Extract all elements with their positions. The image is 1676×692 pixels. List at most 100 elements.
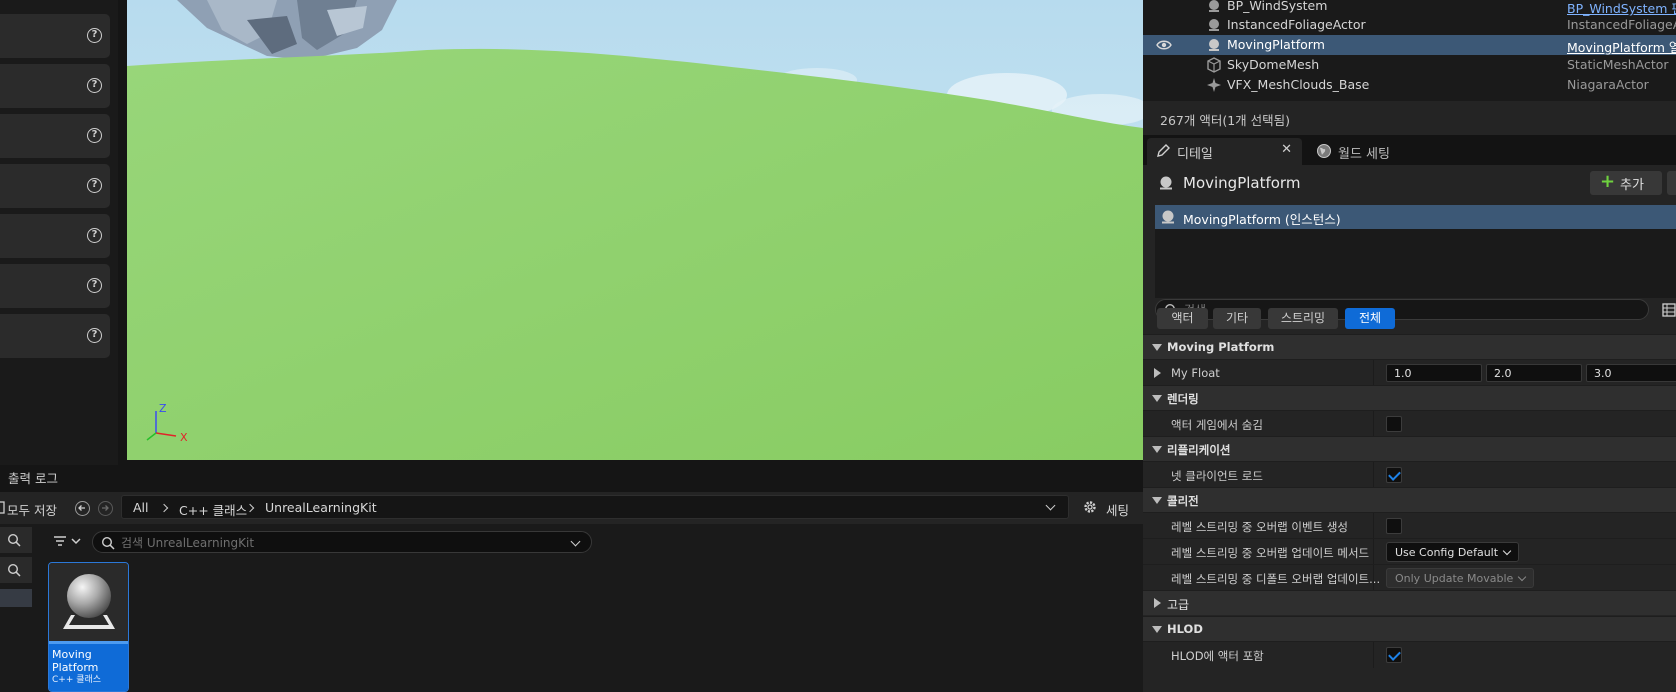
category-label: 콜리전 xyxy=(1167,494,1199,508)
output-log-tab[interactable]: 출력 로그 xyxy=(0,465,1143,487)
close-icon[interactable]: ✕ xyxy=(1281,142,1292,157)
place-actor-item[interactable]: ? xyxy=(0,114,110,158)
back-button[interactable] xyxy=(75,501,90,516)
asset-tile-moving-platform[interactable]: Moving Platform C++ 클래스 xyxy=(48,562,129,692)
chevron-down-icon[interactable] xyxy=(1045,500,1056,511)
category-rendering[interactable]: 렌더링 xyxy=(1143,385,1676,410)
outliner-row[interactable]: InstancedFoliageActor InstancedFoliageAc xyxy=(1143,15,1676,35)
content-browser-assets: Moving Platform C++ 클래스 xyxy=(40,524,1143,692)
outliner-row-name: VFX_MeshClouds_Base xyxy=(1227,77,1370,92)
place-actor-item[interactable]: ? xyxy=(0,264,110,308)
forward-button[interactable] xyxy=(98,501,113,516)
world-outliner: BP_WindSystem BP_WindSystem 편 InstancedF… xyxy=(1143,0,1676,101)
outliner-row[interactable]: BP_WindSystem BP_WindSystem 편 xyxy=(1143,0,1676,16)
more-options-button[interactable] xyxy=(1667,171,1676,195)
property-matrix-icon[interactable] xyxy=(1662,303,1676,317)
expand-arrow-icon xyxy=(1152,497,1162,504)
breadcrumb-item[interactable]: C++ 클래스 xyxy=(179,500,247,519)
net-load-on-client-checkbox[interactable] xyxy=(1386,467,1402,483)
category-advanced[interactable]: 고급 xyxy=(1143,590,1676,615)
category-label: 고급 xyxy=(1167,598,1190,612)
breadcrumb-item[interactable]: UnrealLearningKit xyxy=(265,500,377,515)
component-row-selected[interactable]: MovingPlatform (인스턴스) xyxy=(1155,205,1676,229)
niagara-icon xyxy=(1207,78,1221,92)
actor-icon xyxy=(1209,39,1219,51)
my-float-y-field[interactable]: 2.0 xyxy=(1486,364,1582,382)
column-divider[interactable] xyxy=(1373,462,1374,488)
help-icon[interactable]: ? xyxy=(87,328,102,343)
category-moving-platform[interactable]: Moving Platform xyxy=(1143,334,1676,359)
include-in-hlod-checkbox[interactable] xyxy=(1386,647,1402,663)
my-float-z-field[interactable]: 3.0 xyxy=(1586,364,1676,382)
column-divider[interactable] xyxy=(1373,642,1374,668)
help-icon[interactable]: ? xyxy=(87,78,102,93)
outliner-row-type-link[interactable]: MovingPlatform 열 xyxy=(1567,37,1676,56)
prop-generate-overlap-events: 레벨 스트리밍 중 오버랩 이벤트 생성 xyxy=(1143,512,1676,539)
arrow-left-icon xyxy=(78,505,85,511)
column-divider[interactable] xyxy=(1373,360,1374,386)
help-icon[interactable]: ? xyxy=(87,278,102,293)
search-icon xyxy=(7,563,21,577)
hidden-in-game-checkbox[interactable] xyxy=(1386,416,1402,432)
category-collision[interactable]: 콜리전 xyxy=(1143,487,1676,512)
dropdown-value: Only Update Movable xyxy=(1395,572,1514,585)
asset-search[interactable] xyxy=(92,531,592,553)
place-actor-item[interactable]: ? xyxy=(0,64,110,108)
collections-search-button[interactable] xyxy=(0,557,32,583)
collapse-arrow-icon xyxy=(1154,598,1161,608)
outliner-row-selected[interactable]: MovingPlatform MovingPlatform 열 xyxy=(1143,35,1676,55)
selected-folder-row[interactable] xyxy=(0,589,32,607)
prop-label: My Float xyxy=(1171,366,1220,380)
chevron-down-icon xyxy=(1502,546,1512,556)
column-divider[interactable] xyxy=(1373,539,1374,565)
expand-arrow-icon[interactable] xyxy=(1154,368,1161,378)
generate-overlap-events-checkbox[interactable] xyxy=(1386,518,1402,534)
chevron-down-icon xyxy=(1518,572,1527,582)
filter-icon[interactable] xyxy=(52,533,84,549)
category-hlod[interactable]: HLOD xyxy=(1143,616,1676,641)
category-replication[interactable]: 리플리케이션 xyxy=(1143,436,1676,461)
prop-net-load-on-client: 넷 클라이언트 로드 xyxy=(1143,461,1676,488)
chevron-down-icon[interactable] xyxy=(570,536,581,547)
outliner-row[interactable]: SkyDomeMesh StaticMeshActor xyxy=(1143,55,1676,75)
prop-label: 레벨 스트리밍 중 오버랩 업데이트 메서드 xyxy=(1171,546,1370,560)
place-actor-item[interactable]: ? xyxy=(0,164,110,208)
help-icon[interactable]: ? xyxy=(87,228,102,243)
category-label: 렌더링 xyxy=(1167,392,1199,406)
axis-x-label: X xyxy=(180,431,188,444)
column-divider[interactable] xyxy=(1373,513,1374,539)
overlap-update-method-dropdown[interactable]: Use Config Default xyxy=(1386,542,1520,562)
my-float-x-field[interactable]: 1.0 xyxy=(1386,364,1482,382)
dropdown-value: Use Config Default xyxy=(1395,546,1499,559)
breadcrumb: All C++ 클래스 UnrealLearningKit xyxy=(121,495,1069,519)
filter-misc[interactable]: 기타 xyxy=(1213,308,1261,329)
asset-search-input[interactable] xyxy=(121,535,561,551)
tab-details[interactable]: 디테일 ✕ xyxy=(1147,138,1302,165)
output-log-label: 출력 로그 xyxy=(8,471,58,486)
filter-streaming[interactable]: 스트리밍 xyxy=(1268,308,1338,329)
add-component-button[interactable]: + 추가 xyxy=(1590,171,1662,195)
default-overlap-update-dropdown: Only Update Movable xyxy=(1386,568,1535,588)
save-icon xyxy=(0,501,5,514)
filter-all[interactable]: 전체 xyxy=(1345,308,1395,329)
tab-world-settings[interactable]: 월드 세팅 xyxy=(1308,138,1438,165)
filter-actor[interactable]: 액터 xyxy=(1157,308,1208,329)
column-divider[interactable] xyxy=(1373,411,1374,437)
help-icon[interactable]: ? xyxy=(87,178,102,193)
gear-icon xyxy=(1084,501,1096,513)
actor-icon xyxy=(1162,210,1174,224)
breadcrumb-item[interactable]: All xyxy=(133,500,149,515)
expand-arrow-icon xyxy=(1152,626,1162,633)
visibility-eye-icon[interactable] xyxy=(1156,38,1172,52)
place-actor-item[interactable]: ? xyxy=(0,314,110,358)
column-divider[interactable] xyxy=(1373,565,1374,591)
place-actor-item[interactable]: ? xyxy=(0,214,110,258)
help-icon[interactable]: ? xyxy=(87,28,102,43)
place-actor-item[interactable]: ? xyxy=(0,14,110,58)
outliner-row[interactable]: VFX_MeshClouds_Base NiagaraActor xyxy=(1143,75,1676,95)
help-icon[interactable]: ? xyxy=(87,128,102,143)
category-label: HLOD xyxy=(1167,622,1203,636)
level-viewport[interactable]: Z X xyxy=(127,0,1143,460)
sources-search-button[interactable] xyxy=(0,527,32,553)
outliner-row-name: SkyDomeMesh xyxy=(1227,57,1320,72)
